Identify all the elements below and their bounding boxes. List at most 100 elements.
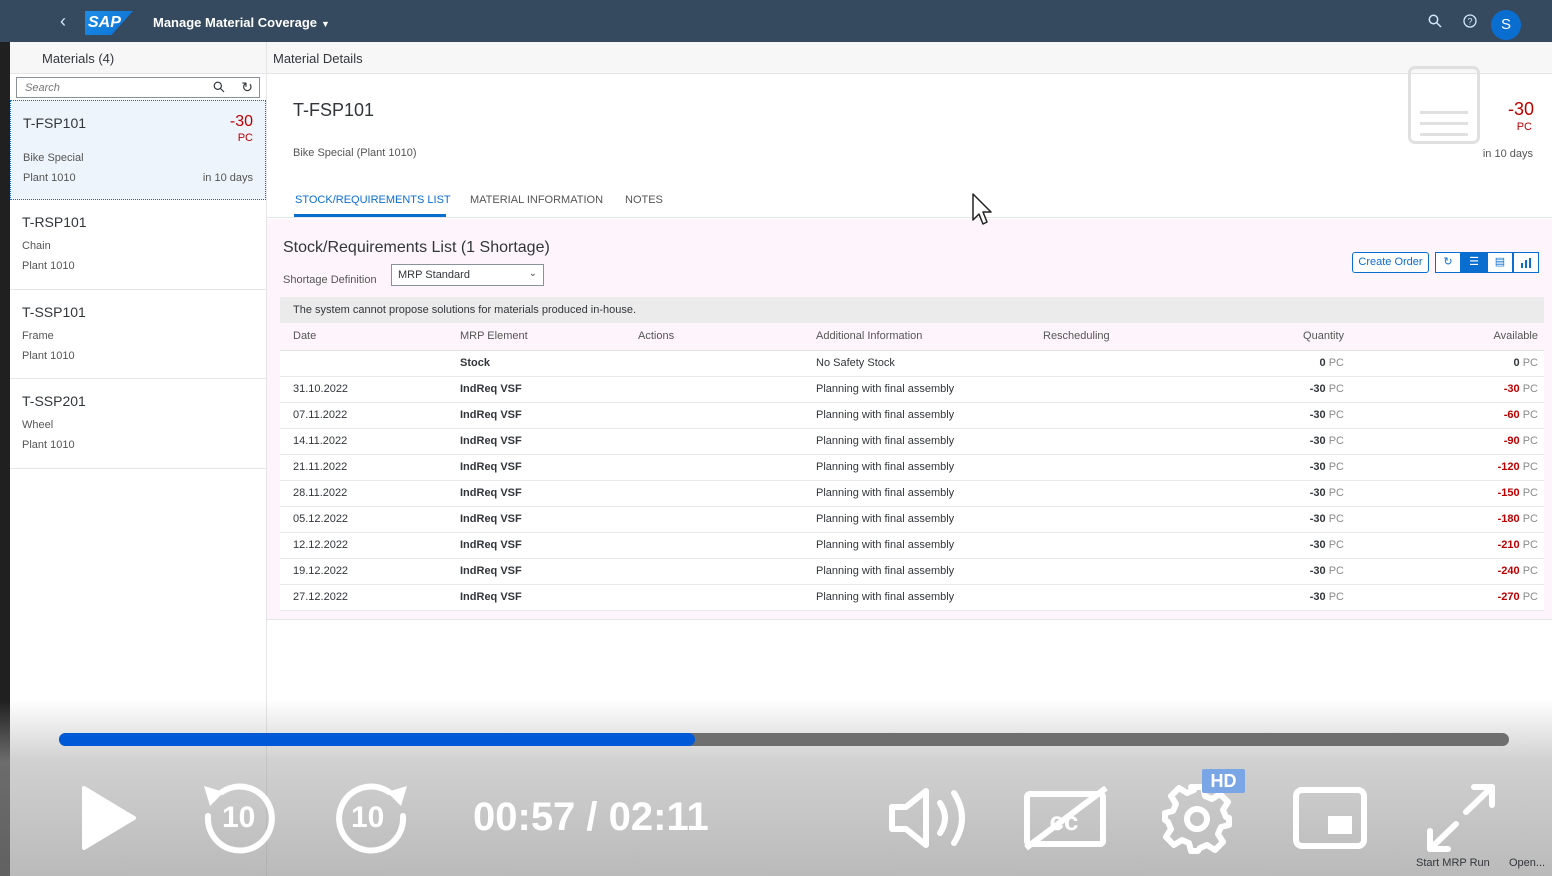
table-row[interactable]: 07.11.2022 IndReq VSF Planning with final … xyxy=(280,402,1544,429)
quantity-value: -30 xyxy=(1309,539,1326,551)
cell-available: -60 PC xyxy=(1350,402,1544,429)
cell-mrp-element: IndReq VSF xyxy=(447,376,625,403)
cell-rescheduling xyxy=(1030,558,1230,585)
tab-bar: STOCK/REQUIREMENTS LIST MATERIAL INFORMA… xyxy=(267,186,1552,218)
open-button[interactable]: Open... xyxy=(1509,857,1545,869)
search-icon[interactable] xyxy=(213,81,225,96)
details-header: Material Details xyxy=(267,42,1552,74)
table-row[interactable]: 21.11.2022 IndReq VSF Planning with final … xyxy=(280,454,1544,481)
cell-mrp-element: IndReq VSF xyxy=(447,506,625,533)
list-view-button[interactable]: ☰ xyxy=(1461,252,1487,273)
create-order-button[interactable]: Create Order xyxy=(1352,252,1429,273)
tab-stock-requirements[interactable]: STOCK/REQUIREMENTS LIST xyxy=(295,194,451,206)
search-field[interactable]: ↻ xyxy=(16,77,260,98)
start-mrp-run-button[interactable]: Start MRP Run xyxy=(1416,857,1490,869)
search-icon[interactable] xyxy=(1428,14,1442,30)
list-item[interactable]: T-FSP101 -30 PC Bike Special Plant 1010 … xyxy=(10,100,266,200)
settings-gear-icon[interactable] xyxy=(1162,784,1232,854)
column-header-mrp-element[interactable]: MRP Element xyxy=(447,323,625,351)
back-icon[interactable]: ‹ xyxy=(54,12,72,30)
cell-actions xyxy=(625,402,803,429)
available-value: -150 xyxy=(1497,487,1520,499)
fullscreen-icon[interactable] xyxy=(1424,782,1498,854)
user-avatar[interactable]: S xyxy=(1491,10,1521,40)
forward-10-button[interactable]: 10 xyxy=(333,782,411,856)
table-row[interactable]: 31.10.2022 IndReq VSF Planning with final … xyxy=(280,376,1544,403)
app-title: Manage Material Coverage xyxy=(153,15,318,30)
tab-material-information[interactable]: MATERIAL INFORMATION xyxy=(470,194,603,206)
object-subtitle: Bike Special (Plant 1010) xyxy=(293,147,417,159)
table-row[interactable]: 14.11.2022 IndReq VSF Planning with final … xyxy=(280,428,1544,455)
closed-captions-off-icon[interactable]: cc xyxy=(1022,784,1110,852)
quantity-value: -30 xyxy=(1309,591,1326,603)
bar-chart-icon xyxy=(1521,258,1531,268)
quantity-value: -30 xyxy=(1309,409,1326,421)
list-item[interactable]: T-SSP201 Wheel Plant 1010 xyxy=(10,379,266,469)
cell-quantity: -30 PC xyxy=(1230,506,1350,533)
table-row[interactable]: Stock No Safety Stock 0 PC 0 PC xyxy=(280,350,1544,377)
list-item[interactable]: T-SSP101 Frame Plant 1010 xyxy=(10,290,266,379)
available-unit: PC xyxy=(1522,565,1538,577)
cell-available: -30 PC xyxy=(1350,376,1544,403)
app-title-menu[interactable]: Manage Material Coverage ▼ xyxy=(153,15,330,30)
available-unit: PC xyxy=(1522,461,1538,473)
subtitles-icon[interactable] xyxy=(1408,66,1480,144)
column-header-available[interactable]: Available xyxy=(1350,323,1544,351)
column-header-rescheduling[interactable]: Rescheduling xyxy=(1030,323,1230,351)
table-row[interactable]: 05.12.2022 IndReq VSF Planning with final … xyxy=(280,506,1544,533)
column-header-date[interactable]: Date xyxy=(280,323,447,351)
table-row[interactable]: 27.12.2022 IndReq VSF Planning with final … xyxy=(280,584,1544,611)
available-value: -120 xyxy=(1497,461,1520,473)
picture-in-picture-icon[interactable] xyxy=(1292,786,1368,850)
object-header: T-FSP101 Bike Special (Plant 1010) -30 P… xyxy=(267,66,1552,186)
cell-date: 31.10.2022 xyxy=(280,376,447,403)
help-icon[interactable]: ? xyxy=(1463,14,1477,30)
cell-rescheduling xyxy=(1030,376,1230,403)
material-plant: Plant 1010 xyxy=(22,350,75,362)
tab-notes[interactable]: NOTES xyxy=(625,194,663,206)
cell-quantity: -30 PC xyxy=(1230,480,1350,507)
object-shortage-unit: PC xyxy=(1516,121,1532,133)
shell-bar: ‹ SAP Manage Material Coverage ▼ ? S xyxy=(0,0,1552,42)
list-item[interactable]: T-RSP101 Chain Plant 1010 xyxy=(10,200,266,290)
available-unit: PC xyxy=(1522,539,1538,551)
table-row[interactable]: 19.12.2022 IndReq VSF Planning with final … xyxy=(280,558,1544,585)
search-input[interactable] xyxy=(17,78,197,98)
cell-actions xyxy=(625,454,803,481)
object-shortage-value: -30 xyxy=(1507,99,1534,119)
material-name: Wheel xyxy=(22,419,54,431)
cell-rescheduling xyxy=(1030,584,1230,611)
column-header-actions[interactable]: Actions xyxy=(625,323,803,351)
refresh-icon[interactable]: ↻ xyxy=(241,79,253,96)
table-row[interactable]: 12.12.2022 IndReq VSF Planning with final … xyxy=(280,532,1544,559)
detail-view-button[interactable]: ▤ xyxy=(1487,252,1513,273)
available-unit: PC xyxy=(1522,487,1538,499)
refresh-button[interactable]: ↻ xyxy=(1435,252,1461,273)
cell-quantity: -30 PC xyxy=(1230,428,1350,455)
chevron-down-icon: ⌄ xyxy=(528,268,537,279)
cell-additional-information: Planning with final assembly xyxy=(803,506,1030,533)
cell-additional-information: No Safety Stock xyxy=(803,350,1030,377)
shortage-value: -30 xyxy=(229,113,253,130)
quantity-unit: PC xyxy=(1328,487,1344,499)
column-header-quantity[interactable]: Quantity xyxy=(1230,323,1350,351)
table-row[interactable]: 28.11.2022 IndReq VSF Planning with final … xyxy=(280,480,1544,507)
available-value: 0 xyxy=(1513,357,1520,369)
volume-icon[interactable] xyxy=(888,785,974,851)
chart-view-button[interactable] xyxy=(1513,252,1539,273)
cell-actions xyxy=(625,480,803,507)
cell-actions xyxy=(625,428,803,455)
quantity-value: 0 xyxy=(1319,357,1326,369)
video-progress-bar[interactable] xyxy=(59,733,1509,746)
cell-available: 0 PC xyxy=(1350,350,1544,377)
rewind-10-button[interactable]: 10 xyxy=(200,782,278,856)
cell-available: -240 PC xyxy=(1350,558,1544,585)
cell-quantity: -30 PC xyxy=(1230,532,1350,559)
material-plant: Plant 1010 xyxy=(22,439,75,451)
shortage-definition-select[interactable]: MRP Standard ⌄ xyxy=(391,264,544,286)
play-icon[interactable] xyxy=(80,784,140,852)
column-header-additional-information[interactable]: Additional Information xyxy=(803,323,1030,351)
cell-date: 05.12.2022 xyxy=(280,506,447,533)
cell-available: -120 PC xyxy=(1350,454,1544,481)
quantity-unit: PC xyxy=(1328,435,1344,447)
